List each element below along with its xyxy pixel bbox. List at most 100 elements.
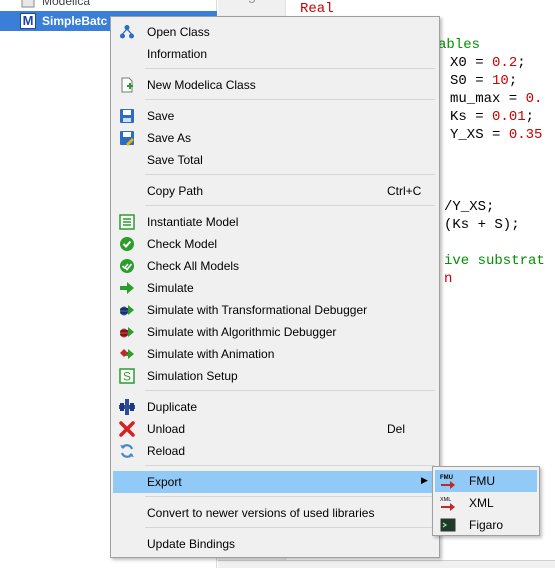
check-all-icon (119, 258, 135, 274)
menu-item-check-model[interactable]: Check Model (113, 233, 437, 255)
tree-item-label: Modelica (42, 0, 91, 8)
menu-item-label: Simulate with Animation (147, 347, 275, 361)
code-token: Ks = (450, 109, 493, 125)
new-class-icon (119, 77, 135, 93)
tree-item-label: SimpleBatc (42, 14, 108, 28)
menu-item-copy-path[interactable]: Copy Path Ctrl+C (113, 180, 437, 202)
code-token: 0.2 (492, 55, 518, 71)
menu-item-save-as[interactable]: Save As (113, 127, 437, 149)
menu-item-label: Open Class (147, 25, 210, 39)
shortcut-label: Ctrl+C (387, 184, 422, 198)
menu-item-simulation-setup[interactable]: S Simulation Setup (113, 365, 437, 387)
menu-separator (145, 68, 435, 69)
menu-item-new-modelica-class[interactable]: New Modelica Class (113, 74, 437, 96)
open-class-icon (119, 24, 135, 40)
menu-item-check-all-models[interactable]: Check All Models (113, 255, 437, 277)
menu-item-label: Check Model (147, 237, 218, 251)
menu-item-update-bindings[interactable]: Update Bindings (113, 533, 437, 555)
svg-text:S: S (123, 370, 131, 384)
menu-item-open-class[interactable]: Open Class (113, 21, 437, 43)
code-token: 0.01 (492, 109, 526, 125)
code-token: S0 = (450, 73, 493, 89)
menu-item-convert-libraries[interactable]: Convert to newer versions of used librar… (113, 502, 437, 524)
code-line: X0 = 0.2; (450, 54, 526, 72)
code-line: ive substrat (444, 252, 545, 270)
unload-icon (119, 421, 135, 437)
line-number: 5 (248, 0, 256, 7)
menu-separator (145, 174, 435, 175)
code-token: (Ks + S); (444, 217, 520, 233)
tree-item-modelica[interactable]: Modelica (0, 0, 217, 11)
menu-item-export[interactable]: Export ▶ (113, 471, 437, 493)
menu-item-label: Information (147, 47, 208, 61)
code-line: ables (438, 36, 480, 54)
menu-separator (145, 390, 435, 391)
code-token: ; (508, 73, 518, 89)
submenu-item-fmu[interactable]: FMU FMU (435, 470, 537, 492)
submenu-item-xml[interactable]: XML XML (435, 492, 537, 514)
submenu-arrow-icon: ▶ (421, 475, 428, 485)
menu-item-label: Save (147, 109, 175, 123)
submenu-item-label: FMU (469, 474, 495, 488)
menu-item-save[interactable]: Save (113, 105, 437, 127)
code-token: Y_XS = (450, 127, 509, 143)
menu-item-label: Copy Path (147, 184, 204, 198)
algorithmic-debugger-icon (119, 324, 135, 340)
menu-item-label: New Modelica Class (147, 78, 256, 92)
menu-separator (145, 465, 435, 466)
code-token: ; (525, 109, 535, 125)
menu-item-label: Simulation Setup (147, 369, 238, 383)
menu-item-information[interactable]: Information (113, 43, 437, 65)
submenu-item-label: Figaro (469, 518, 504, 532)
figaro-icon (440, 517, 456, 533)
menu-item-label: Export (147, 475, 182, 489)
reload-icon (119, 443, 135, 459)
menu-item-instantiate-model[interactable]: Instantiate Model (113, 211, 437, 233)
fmu-icon: FMU (440, 473, 456, 489)
omedit-window: Modelica M SimpleBatc 5 Real S(start = S… (0, 0, 555, 568)
duplicate-icon (119, 399, 135, 415)
context-menu: Open Class Information New Modelica Clas… (110, 16, 440, 558)
menu-item-reload[interactable]: Reload (113, 440, 437, 462)
code-token: n (444, 271, 453, 287)
menu-item-simulate-transformational-debugger[interactable]: Simulate with Transformational Debugger (113, 299, 437, 321)
menu-item-unload[interactable]: Unload Del (113, 418, 437, 440)
simulate-icon (119, 280, 135, 296)
code-token: /Y_XS; (444, 199, 495, 215)
editor-status-strip (218, 560, 555, 568)
submenu-item-label: XML (469, 496, 494, 510)
menu-item-label: Simulate (147, 281, 194, 295)
code-token: 10 (492, 73, 509, 89)
transformational-debugger-icon (119, 302, 135, 318)
menu-item-simulate[interactable]: Simulate (113, 277, 437, 299)
model-icon: M (20, 13, 36, 29)
svg-text:FMU: FMU (440, 475, 453, 481)
code-token: ables (438, 37, 481, 53)
code-token: 0.35 (508, 127, 543, 143)
code-token: 0. (525, 91, 543, 107)
code-token: X0 = (450, 55, 493, 71)
menu-item-simulate-with-animation[interactable]: Simulate with Animation (113, 343, 437, 365)
simulation-setup-icon: S (119, 368, 135, 384)
menu-separator (145, 527, 435, 528)
code-line: (Ks + S); (444, 216, 520, 234)
menu-item-label: Update Bindings (147, 537, 236, 551)
shortcut-label: Del (387, 422, 406, 436)
menu-item-label: Simulate with Transformational Debugger (147, 303, 368, 317)
menu-item-duplicate[interactable]: Duplicate (113, 396, 437, 418)
code-token: ; (517, 55, 526, 71)
xml-icon: XML (440, 495, 456, 511)
menu-item-save-total[interactable]: Save Total (113, 149, 437, 171)
submenu-item-figaro[interactable]: Figaro (435, 514, 537, 536)
menu-separator (145, 205, 435, 206)
animation-icon (119, 346, 135, 362)
code-line: /Y_XS; (444, 198, 494, 216)
menu-item-label: Duplicate (147, 400, 198, 414)
menu-item-label: Save As (147, 131, 192, 145)
menu-item-label: Reload (147, 444, 186, 458)
code-line: mu_max = 0. (450, 90, 542, 108)
code-line: n (444, 270, 452, 288)
menu-item-label: Unload (147, 422, 186, 436)
menu-item-label: Simulate with Algorithmic Debugger (147, 325, 337, 339)
menu-item-simulate-algorithmic-debugger[interactable]: Simulate with Algorithmic Debugger (113, 321, 437, 343)
